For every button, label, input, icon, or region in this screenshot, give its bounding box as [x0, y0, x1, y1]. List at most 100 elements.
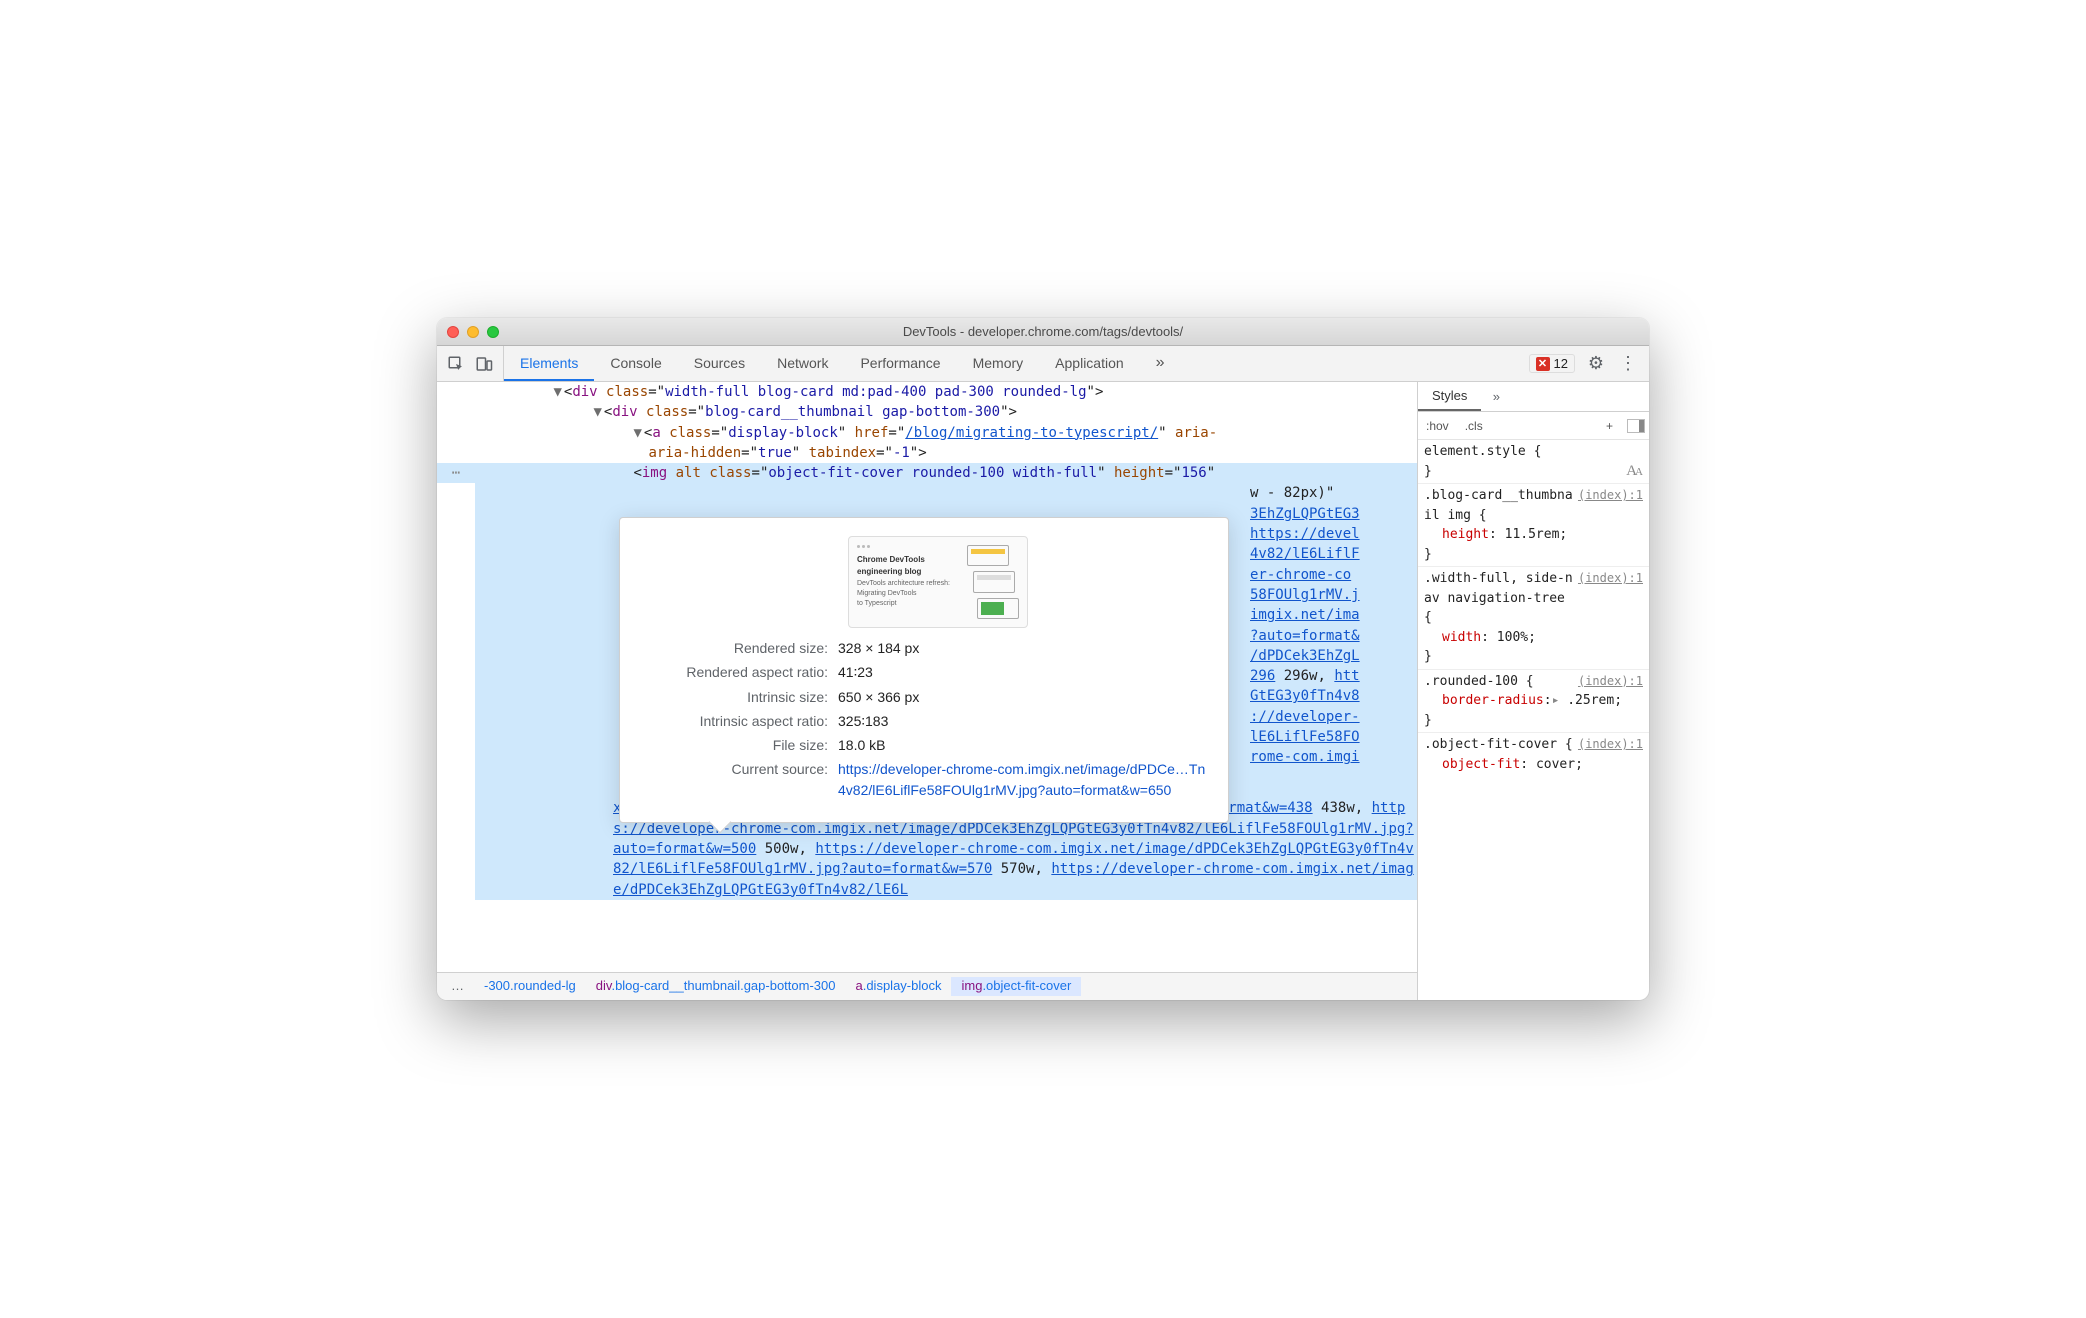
hovercard-row: File size:18.0 kB	[638, 735, 1206, 755]
breadcrumb-overflow[interactable]: …	[441, 977, 474, 996]
css-property[interactable]: border-radius	[1442, 693, 1544, 708]
code-fragment: 296	[1250, 668, 1275, 684]
dom-node-a[interactable]: ▼<a class="display-block" href="/blog/mi…	[437, 423, 1417, 443]
devtools-window: DevTools - developer.chrome.com/tags/dev…	[437, 318, 1649, 1000]
code-fragment: https://devel	[1250, 524, 1405, 544]
dom-node-img[interactable]: ⋯ <img alt class="object-fit-cover round…	[437, 463, 1417, 483]
image-hovercard: Chrome DevTools engineering blog DevTool…	[619, 517, 1229, 823]
error-icon: ✕	[1536, 357, 1550, 371]
code-fragment: htt	[1334, 668, 1359, 684]
css-value[interactable]: 11.5rem;	[1505, 527, 1568, 542]
rule-selector: element.style {	[1424, 442, 1643, 462]
new-style-rule-button[interactable]: +	[1598, 419, 1621, 433]
code-fragment: lE6LiflFe58FO	[1250, 727, 1405, 747]
style-rule[interactable]: (index):1 .width-full, side-nav navigati…	[1418, 567, 1649, 670]
gutter-marker-icon: ⋯	[437, 463, 475, 483]
rule-close: }	[1424, 545, 1643, 565]
css-value[interactable]: 100%;	[1497, 630, 1536, 645]
error-count-badge[interactable]: ✕ 12	[1529, 354, 1575, 373]
thumb-subtitle: DevTools architecture refresh:	[857, 579, 959, 589]
style-rule[interactable]: element.style { AA }	[1418, 440, 1649, 484]
breadcrumb-item[interactable]: a.display-block	[845, 977, 951, 996]
main-toolbar: Elements Console Sources Network Perform…	[437, 346, 1649, 382]
styles-rules[interactable]: element.style { AA } (index):1 .blog-car…	[1418, 440, 1649, 1000]
settings-gear-icon[interactable]: ⚙	[1585, 353, 1607, 375]
sidebar-tabs: Styles »	[1418, 382, 1649, 412]
thumb-shape	[977, 598, 1019, 619]
rule-source[interactable]: (index):1	[1578, 569, 1643, 587]
css-value[interactable]: .25rem;	[1567, 693, 1622, 708]
content-area: ▼<div class="width-full blog-card md:pad…	[437, 382, 1649, 1000]
style-rule[interactable]: (index):1 .rounded-100 { border-radius:▸…	[1418, 670, 1649, 734]
dom-node-a-cont[interactable]: aria-hidden="true" tabindex="-1">	[437, 443, 1417, 463]
style-rule[interactable]: (index):1 .object-fit-cover { object-fit…	[1418, 733, 1649, 776]
cls-toggle[interactable]: .cls	[1457, 419, 1491, 433]
thumb-title: Chrome DevTools engineering blog	[857, 554, 959, 577]
code-fragment: 296w,	[1284, 668, 1326, 684]
code-fragment: imgix.net/ima	[1250, 605, 1405, 625]
minimize-icon[interactable]	[467, 326, 479, 338]
code-fragment: 570w,	[1001, 861, 1043, 877]
styles-filter-bar: :hov .cls +	[1418, 412, 1649, 440]
tab-console[interactable]: Console	[594, 346, 677, 381]
breadcrumb-item[interactable]: div.blog-card__thumbnail.gap-bottom-300	[586, 977, 846, 996]
style-rule[interactable]: (index):1 .blog-card__thumbnail img { he…	[1418, 484, 1649, 567]
rule-close: }	[1424, 462, 1643, 482]
tab-network[interactable]: Network	[761, 346, 844, 381]
device-mode-icon[interactable]	[475, 355, 493, 373]
code-fragment: /dPDCek3EhZgL	[1250, 646, 1405, 666]
hovercard-thumbnail: Chrome DevTools engineering blog DevTool…	[848, 536, 1028, 628]
window-title: DevTools - developer.chrome.com/tags/dev…	[437, 324, 1649, 339]
hov-toggle[interactable]: :hov	[1418, 419, 1457, 433]
code-fragment: w - 82px)"	[1250, 483, 1405, 503]
dom-breadcrumb: … -300.rounded-lg div.blog-card__thumbna…	[437, 972, 1417, 1000]
thumb-subtitle: to Typescript	[857, 599, 959, 609]
elements-panel: ▼<div class="width-full blog-card md:pad…	[437, 382, 1417, 1000]
dom-node-div2[interactable]: ▼<div class="blog-card__thumbnail gap-bo…	[437, 402, 1417, 422]
more-sidebar-tabs-icon[interactable]: »	[1485, 386, 1507, 408]
inspect-element-icon[interactable]	[447, 355, 465, 373]
rule-source[interactable]: (index):1	[1578, 735, 1643, 753]
window-titlebar: DevTools - developer.chrome.com/tags/dev…	[437, 318, 1649, 346]
css-value[interactable]: cover;	[1536, 757, 1583, 772]
error-count: 12	[1554, 356, 1568, 371]
css-property[interactable]: height	[1442, 527, 1489, 542]
code-fragment: 3EhZgLQPGtEG3	[1250, 504, 1405, 524]
dom-node-div1[interactable]: ▼<div class="width-full blog-card md:pad…	[437, 382, 1417, 402]
code-fragment: ://developer-	[1250, 707, 1405, 727]
code-fragment: 438w,	[1321, 800, 1363, 816]
hovercard-row: Current source:https://developer-chrome-…	[638, 759, 1206, 800]
rule-source[interactable]: (index):1	[1578, 672, 1643, 690]
tab-styles[interactable]: Styles	[1418, 382, 1481, 411]
rule-close: }	[1424, 711, 1643, 731]
breadcrumb-item[interactable]: -300.rounded-lg	[474, 977, 586, 996]
rule-close: }	[1424, 647, 1643, 667]
rule-source[interactable]: (index):1	[1578, 486, 1643, 504]
tab-elements[interactable]: Elements	[504, 346, 594, 381]
code-fragment: GtEG3y0fTn4v8	[1250, 686, 1405, 706]
more-tabs-icon[interactable]: »	[1140, 346, 1181, 381]
font-indicator-icon: AA	[1626, 460, 1641, 483]
hovercard-row: Intrinsic aspect ratio:325∶183	[638, 711, 1206, 731]
toggle-computed-icon[interactable]	[1627, 419, 1645, 433]
css-property[interactable]: width	[1442, 630, 1481, 645]
zoom-icon[interactable]	[487, 326, 499, 338]
hovercard-row: Intrinsic size:650 × 366 px	[638, 687, 1206, 707]
css-property[interactable]: object-fit	[1442, 757, 1520, 772]
window-traffic-lights	[447, 326, 499, 338]
tab-memory[interactable]: Memory	[957, 346, 1040, 381]
code-fragment: 58FOUlg1rMV.j	[1250, 585, 1405, 605]
tab-application[interactable]: Application	[1039, 346, 1140, 381]
expand-icon[interactable]: ▸	[1552, 693, 1560, 708]
code-fragment: 500w,	[765, 841, 807, 857]
tab-performance[interactable]: Performance	[844, 346, 956, 381]
code-fragment: 4v82/lE6LiflF	[1250, 544, 1405, 564]
breadcrumb-item-selected[interactable]: img.object-fit-cover	[951, 977, 1081, 996]
tab-sources[interactable]: Sources	[678, 346, 761, 381]
hovercard-row: Rendered size:328 × 184 px	[638, 638, 1206, 658]
thumb-subtitle: Migrating DevTools	[857, 589, 959, 599]
code-fragment: rome-com.imgi	[1250, 747, 1405, 767]
close-icon[interactable]	[447, 326, 459, 338]
kebab-menu-icon[interactable]: ⋮	[1617, 353, 1639, 375]
thumb-shape	[967, 545, 1009, 566]
